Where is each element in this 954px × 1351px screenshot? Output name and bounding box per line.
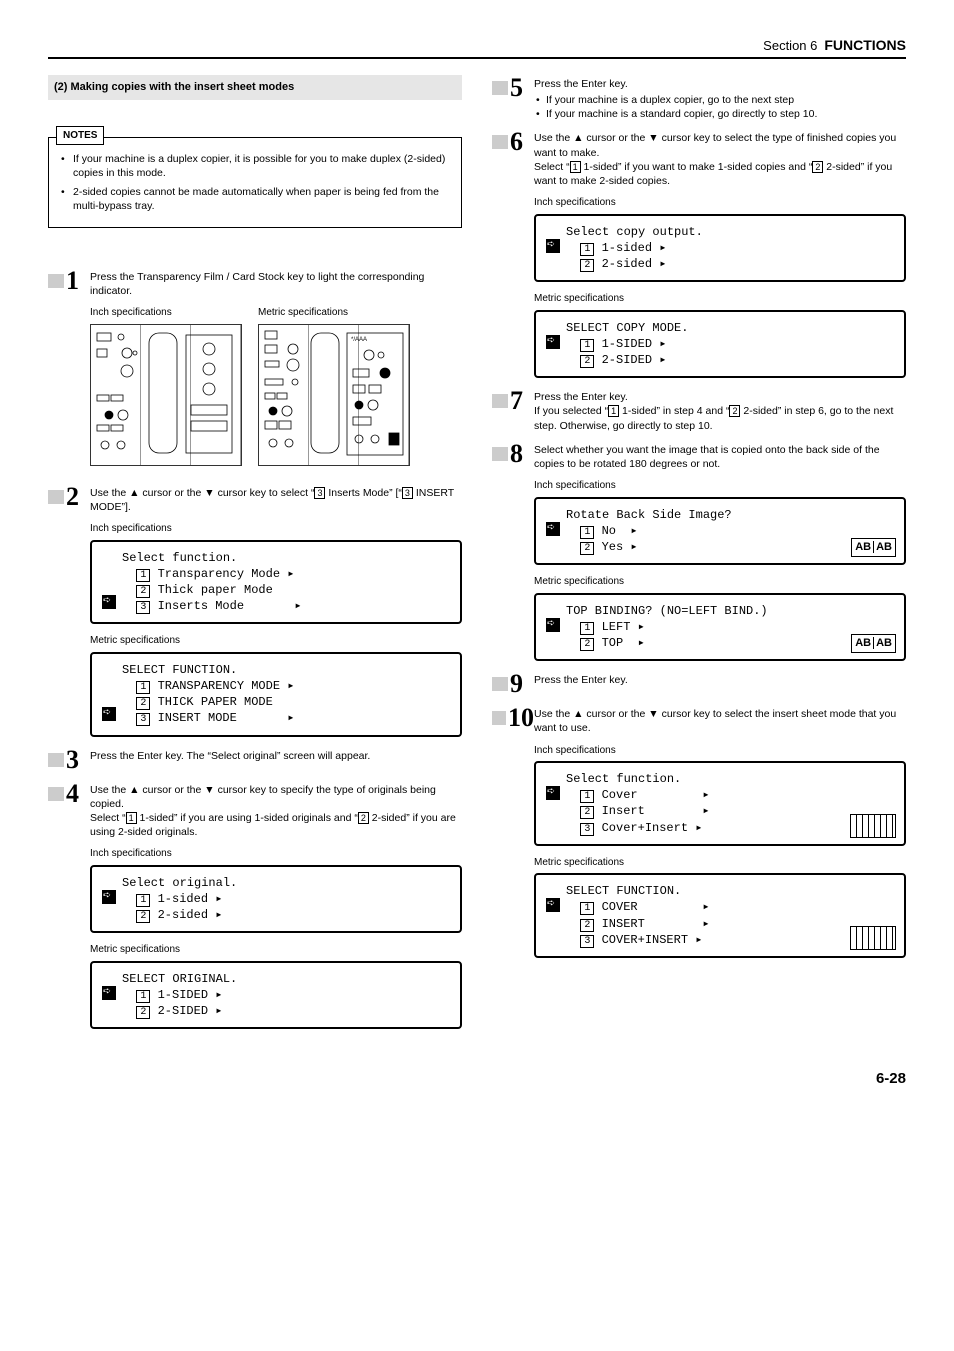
note-item: 2-sided copies cannot be made automatica… (73, 185, 451, 213)
page-number: 6-28 (48, 1069, 906, 1089)
notes-box: NOTES If your machine is a duplex copier… (48, 118, 462, 228)
pointer-icon (102, 986, 116, 1000)
left-column: (2) Making copies with the insert sheet … (48, 75, 462, 1040)
lcd-s2-metric: SELECT FUNCTION. 1 TRANSPARENCY MODE ▸ 2… (90, 652, 462, 737)
control-panel-inch (90, 324, 242, 466)
lcd-s8-metric: TOP BINDING? (NO=LEFT BIND.) 1 LEFT ▸ 2 … (534, 593, 906, 662)
page-header: Section 6 FUNCTIONS (48, 36, 906, 59)
svg-text:*/AAA: */AAA (351, 337, 367, 343)
lcd-s10-inch: Select function. 1 Cover ▸ 2 Insert ▸ 3 … (534, 761, 906, 846)
abab-icon: ABAB (851, 634, 896, 653)
step-6: 6 Use the ▲ cursor or the ▼ cursor key t… (492, 129, 906, 188)
lcd-s4-inch: Select original. 1 1-sided ▸ 2 2-sided ▸ (90, 865, 462, 934)
pointer-icon (546, 786, 560, 800)
pointer-icon (102, 890, 116, 904)
pointer-icon (102, 595, 116, 609)
abab-icon: ABAB (851, 538, 896, 557)
pointer-icon (546, 335, 560, 349)
sheets-icon (850, 814, 896, 838)
lcd-s6-metric: SELECT COPY MODE. 1 1-SIDED ▸ 2 2-SIDED … (534, 310, 906, 379)
step-1: 1 Press the Transparency Film / Card Sto… (48, 268, 462, 298)
step-10: 10 Use the ▲ cursor or the ▼ cursor key … (492, 705, 906, 735)
section-label: Section 6 (763, 38, 817, 53)
sheets-icon (850, 926, 896, 950)
subsection-title: (2) Making copies with the insert sheet … (48, 75, 462, 100)
pointer-icon (546, 618, 560, 632)
step-7: 7 Press the Enter key. If you selected “… (492, 388, 906, 433)
step-9: 9 Press the Enter key. (492, 671, 906, 697)
pointer-icon (546, 522, 560, 536)
notes-label: NOTES (56, 126, 104, 146)
pointer-icon (546, 898, 560, 912)
note-item: If your machine is a duplex copier, it i… (73, 152, 451, 180)
lcd-s6-inch: Select copy output. 1 1-sided ▸ 2 2-side… (534, 214, 906, 283)
step-8: 8 Select whether you want the image that… (492, 441, 906, 471)
step-2: 2 Use the ▲ cursor or the ▼ cursor key t… (48, 484, 462, 514)
lcd-s10-metric: SELECT FUNCTION. 1 COVER ▸ 2 INSERT ▸ 3 … (534, 873, 906, 958)
pointer-icon (546, 239, 560, 253)
panel-caption-inch: Inch specifications (90, 306, 242, 320)
right-column: 5 Press the Enter key. If your machine i… (492, 75, 906, 1040)
lcd-s2-inch: Select function. 1 Transparency Mode ▸ 2… (90, 540, 462, 625)
step-3: 3 Press the Enter key. The “Select origi… (48, 747, 462, 773)
lcd-s8-inch: Rotate Back Side Image? 1 No ▸ 2 Yes ▸ A… (534, 497, 906, 566)
step-5: 5 Press the Enter key. If your machine i… (492, 75, 906, 122)
pointer-icon (102, 707, 116, 721)
panel-caption-metric: Metric specifications (258, 306, 410, 320)
step-4: 4 Use the ▲ cursor or the ▼ cursor key t… (48, 781, 462, 840)
lcd-s4-metric: SELECT ORIGINAL. 1 1-SIDED ▸ 2 2-SIDED ▸ (90, 961, 462, 1030)
section-title: FUNCTIONS (820, 37, 906, 53)
control-panel-metric: */AAA (258, 324, 410, 466)
